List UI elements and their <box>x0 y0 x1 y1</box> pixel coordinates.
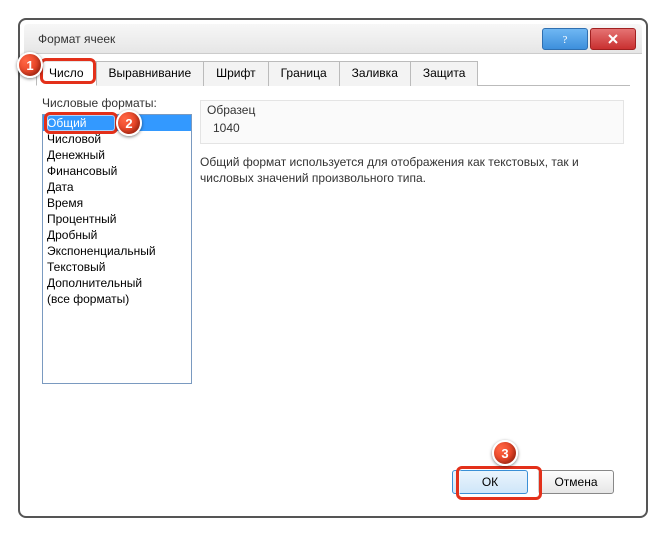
format-list-label: Числовые форматы: <box>42 96 192 110</box>
window-title: Формат ячеек <box>24 32 115 46</box>
list-item[interactable]: Финансовый <box>43 163 191 179</box>
list-item[interactable]: Текстовый <box>43 259 191 275</box>
callout-marker-2: 2 <box>116 110 142 136</box>
list-item[interactable]: Дополнительный <box>43 275 191 291</box>
tab-border[interactable]: Граница <box>268 61 340 86</box>
help-button[interactable]: ? <box>542 28 588 50</box>
format-description: Общий формат используется для отображени… <box>200 154 624 186</box>
callout-marker-1: 1 <box>17 52 43 78</box>
tabstrip: Число Выравнивание Шрифт Граница Заливка… <box>36 60 630 86</box>
cancel-button[interactable]: Отмена <box>538 470 614 494</box>
list-item[interactable]: (все форматы) <box>43 291 191 307</box>
list-item[interactable]: Процентный <box>43 211 191 227</box>
list-item[interactable]: Время <box>43 195 191 211</box>
tab-fill[interactable]: Заливка <box>339 61 411 86</box>
format-listbox[interactable]: Общий Числовой Денежный Финансовый Дата … <box>42 114 192 384</box>
close-button[interactable] <box>590 28 636 50</box>
sample-box: Образец 1040 <box>200 100 624 144</box>
ok-button[interactable]: ОК <box>452 470 528 494</box>
sample-value: 1040 <box>207 121 617 135</box>
list-item[interactable]: Дата <box>43 179 191 195</box>
tab-protection[interactable]: Защита <box>410 61 479 86</box>
list-item[interactable]: Числовой <box>43 131 191 147</box>
tab-alignment[interactable]: Выравнивание <box>96 61 205 86</box>
list-item[interactable]: Дробный <box>43 227 191 243</box>
titlebar: Формат ячеек ? <box>24 24 642 54</box>
list-item[interactable]: Денежный <box>43 147 191 163</box>
callout-marker-3: 3 <box>492 440 518 466</box>
tab-number[interactable]: Число <box>36 61 97 86</box>
svg-text:?: ? <box>563 34 568 45</box>
list-item[interactable]: Экспоненциальный <box>43 243 191 259</box>
tab-font[interactable]: Шрифт <box>203 61 268 86</box>
sample-label: Образец <box>207 103 617 117</box>
